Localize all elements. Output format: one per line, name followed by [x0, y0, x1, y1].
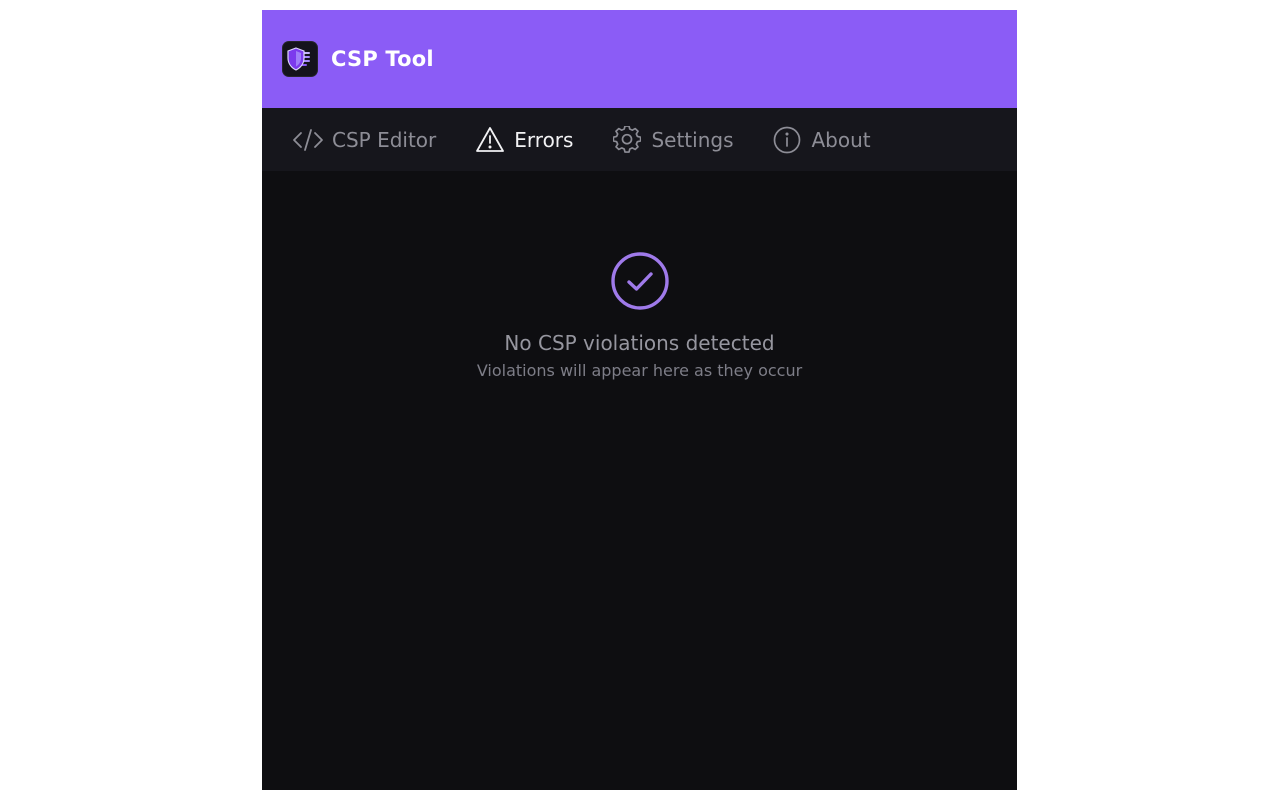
- gear-icon: [611, 124, 643, 156]
- app-title: CSP Tool: [331, 47, 434, 71]
- app-header: CSP Tool: [262, 10, 1017, 108]
- empty-state-title: No CSP violations detected: [504, 331, 775, 355]
- tab-csp-editor[interactable]: CSP Editor: [292, 124, 436, 156]
- errors-panel: No CSP violations detected Violations wi…: [262, 171, 1017, 790]
- tab-about[interactable]: About: [771, 124, 871, 156]
- tab-label: About: [811, 127, 871, 152]
- check-circle-icon: [610, 251, 670, 311]
- extension-popup: CSP Tool CSP Editor Errors Settings Abou…: [262, 10, 1017, 790]
- tab-settings[interactable]: Settings: [611, 124, 733, 156]
- info-icon: [771, 124, 803, 156]
- shield-document-icon: [282, 41, 318, 77]
- tab-label: Settings: [651, 127, 734, 152]
- empty-state-subtitle: Violations will appear here as they occu…: [476, 361, 803, 380]
- empty-state: No CSP violations detected Violations wi…: [262, 251, 1017, 380]
- tab-errors[interactable]: Errors: [474, 124, 573, 156]
- tab-label: Errors: [514, 127, 574, 152]
- warning-triangle-icon: [474, 124, 506, 156]
- code-icon: [292, 124, 324, 156]
- tab-bar: CSP Editor Errors Settings About: [262, 108, 1017, 171]
- tab-label: CSP Editor: [332, 127, 437, 152]
